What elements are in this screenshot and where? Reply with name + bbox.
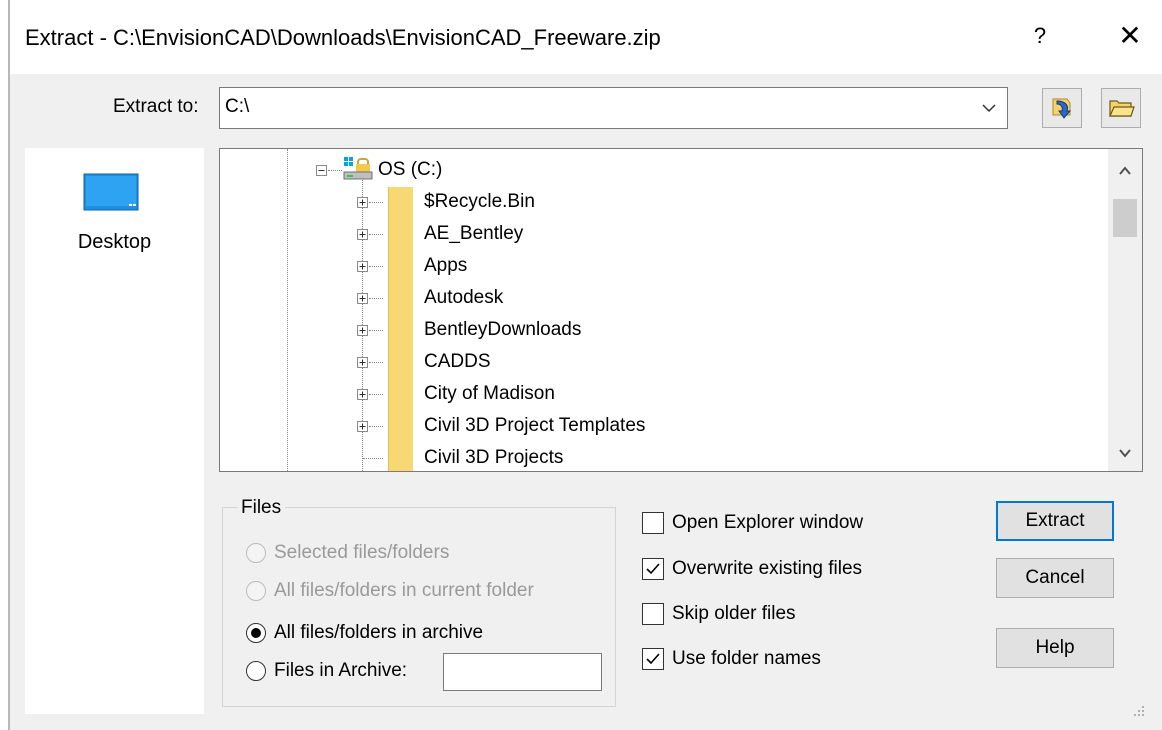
resize-grip-icon[interactable] — [1128, 700, 1148, 720]
radio-files-in-archive-label[interactable]: Files in Archive: — [274, 660, 407, 682]
desktop-label[interactable]: Desktop — [25, 231, 204, 254]
folder-icon — [388, 251, 413, 283]
expand-icon[interactable] — [357, 389, 368, 400]
files-group-title: Files — [237, 497, 286, 519]
jump-to-folder-icon — [1052, 98, 1072, 119]
jump-to-folder-button[interactable] — [1042, 88, 1082, 128]
extract-to-combobox[interactable]: C:\ — [219, 87, 1008, 129]
tree-item-label[interactable]: $Recycle.Bin — [424, 191, 535, 213]
window-title: Extract - C:\EnvisionCAD\Downloads\Envis… — [25, 25, 661, 50]
folder-tree[interactable]: OS (C:) $Recycle.Bin AE_Bentley Apps Aut… — [219, 148, 1143, 472]
folder-icon — [388, 379, 413, 411]
folder-icon — [388, 315, 413, 347]
radio-all-in-archive-label[interactable]: All files/folders in archive — [274, 622, 483, 644]
radio-current-folder-label[interactable]: All files/folders in current folder — [274, 580, 534, 602]
tree-item-label[interactable]: BentleyDownloads — [424, 319, 581, 341]
tree-item-label[interactable]: CADDS — [424, 351, 491, 373]
tree-item-label[interactable]: AE_Bentley — [424, 223, 523, 245]
browse-folder-button[interactable] — [1101, 88, 1141, 128]
tree-connector — [369, 202, 383, 203]
checkbox-skip-older-label[interactable]: Skip older files — [672, 603, 796, 625]
tree-item-label[interactable]: Civil 3D Project Templates — [424, 415, 645, 437]
tree-item-label[interactable]: Civil 3D Projects — [424, 447, 563, 469]
folder-icon — [388, 283, 413, 315]
close-button[interactable]: ✕ — [1110, 16, 1150, 56]
tree-connector — [369, 298, 383, 299]
radio-selected-dot — [251, 628, 261, 638]
checkmark-icon — [646, 563, 660, 575]
tree-connector — [328, 170, 342, 171]
tree-connector — [369, 330, 383, 331]
checkbox-overwrite[interactable] — [642, 558, 664, 580]
radio-files-in-archive[interactable] — [246, 661, 266, 681]
checkbox-open-explorer-label[interactable]: Open Explorer window — [672, 512, 863, 534]
expand-icon[interactable] — [357, 261, 368, 272]
scrollbar-thumb[interactable] — [1113, 199, 1137, 237]
tree-connector — [369, 362, 383, 363]
checkbox-use-folder-names-label[interactable]: Use folder names — [672, 648, 821, 670]
expand-icon[interactable] — [357, 197, 368, 208]
tree-connector — [369, 234, 383, 235]
files-in-archive-input[interactable] — [443, 653, 602, 691]
radio-all-in-archive[interactable] — [246, 623, 266, 643]
checkmark-icon — [646, 653, 660, 665]
folder-icon — [388, 347, 413, 379]
extract-button[interactable]: Extract — [996, 501, 1114, 541]
expand-icon[interactable] — [357, 229, 368, 240]
tree-connector — [369, 266, 383, 267]
cancel-button[interactable]: Cancel — [996, 558, 1114, 598]
tree-item-label[interactable]: City of Madison — [424, 383, 555, 405]
drive-icon — [343, 157, 373, 180]
extract-to-value[interactable]: C:\ — [225, 96, 249, 118]
tree-item-label[interactable]: Autodesk — [424, 287, 503, 309]
help-button[interactable]: Help — [996, 628, 1114, 668]
collapse-icon[interactable] — [316, 165, 327, 176]
extract-to-label: Extract to: — [113, 96, 199, 117]
browse-folder-icon — [1109, 100, 1135, 117]
radio-selected-files-label[interactable]: Selected files/folders — [274, 542, 449, 564]
scroll-down-icon[interactable] — [1117, 445, 1133, 461]
checkbox-overwrite-label[interactable]: Overwrite existing files — [672, 558, 862, 580]
desktop-icon[interactable] — [83, 173, 139, 213]
tree-item-label[interactable]: Apps — [424, 255, 467, 277]
expand-icon[interactable] — [357, 325, 368, 336]
window-left-border — [8, 0, 10, 730]
desktop-shortcut-pane[interactable]: Desktop — [25, 148, 204, 714]
folder-icon — [388, 443, 413, 471]
tree-guide-line — [287, 149, 288, 471]
tree-connector — [369, 394, 383, 395]
tree-connector — [369, 426, 383, 427]
checkbox-open-explorer[interactable] — [642, 512, 664, 534]
tree-root-drive[interactable]: OS (C:) — [378, 159, 442, 181]
expand-icon[interactable] — [357, 421, 368, 432]
tree-vertical-scrollbar[interactable] — [1108, 149, 1142, 471]
chevron-down-icon[interactable] — [979, 98, 999, 118]
folder-icon — [388, 187, 413, 219]
title-bar[interactable]: Extract - C:\EnvisionCAD\Downloads\Envis… — [10, 0, 1162, 74]
extract-dialog: Extract - C:\EnvisionCAD\Downloads\Envis… — [0, 0, 1162, 730]
scroll-up-icon[interactable] — [1117, 163, 1133, 179]
folder-icon — [388, 219, 413, 251]
checkbox-skip-older[interactable] — [642, 603, 664, 625]
expand-icon[interactable] — [357, 357, 368, 368]
tree-connector — [363, 458, 383, 459]
expand-icon[interactable] — [357, 293, 368, 304]
radio-current-folder[interactable] — [246, 581, 266, 601]
help-title-button[interactable]: ? — [1020, 18, 1060, 54]
checkbox-use-folder-names[interactable] — [642, 648, 664, 670]
folder-icon — [388, 411, 413, 443]
radio-selected-files[interactable] — [246, 543, 266, 563]
